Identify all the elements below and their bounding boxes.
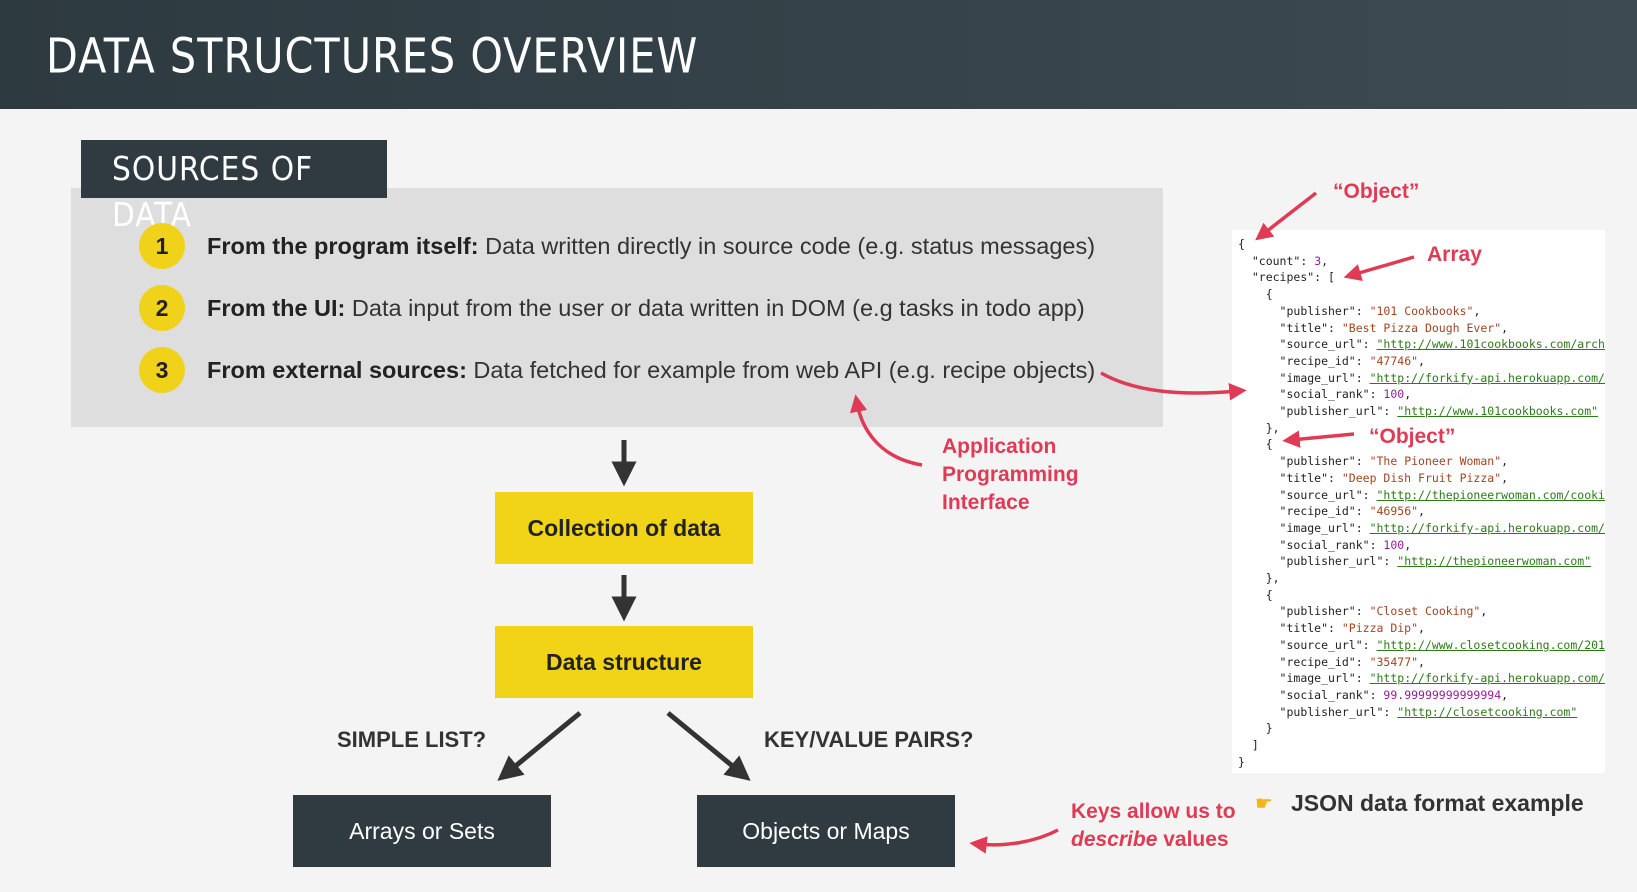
arrow-to-objects: [666, 711, 751, 781]
arrow-api: [849, 394, 923, 467]
arrow-external-to-json: [1100, 371, 1247, 401]
arrow-object-top: [1255, 191, 1318, 241]
arrow-keys: [969, 828, 1059, 854]
arrow-to-arrays: [497, 711, 582, 781]
arrows-layer: [497, 191, 1415, 854]
arrow-object-mid: [1282, 430, 1355, 448]
arrow-array: [1343, 255, 1415, 281]
